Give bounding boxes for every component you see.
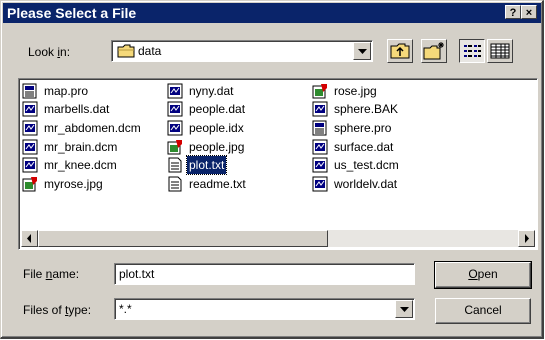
cancel-button[interactable]: Cancel xyxy=(435,298,531,324)
image-icon xyxy=(22,177,37,192)
folder-icon xyxy=(117,44,135,58)
file-name: people.idx xyxy=(189,121,244,135)
text-file-icon xyxy=(168,157,182,173)
arrow-left-icon xyxy=(27,234,31,243)
file-name: rose.jpg xyxy=(334,84,377,98)
look-in-dropdown-button[interactable] xyxy=(353,42,371,60)
image-icon xyxy=(312,84,327,99)
chevron-down-icon xyxy=(400,307,409,312)
title-bar[interactable]: Please Select a File ? × xyxy=(3,3,541,23)
dat-file-icon xyxy=(167,101,183,117)
file-name: worldelv.dat xyxy=(334,177,398,191)
file-name: myrose.jpg xyxy=(44,177,103,191)
details-view-button[interactable] xyxy=(487,39,513,63)
dat-file-icon xyxy=(22,120,38,136)
file-dialog: Please Select a File ? × Look in: data m… xyxy=(0,0,544,339)
file-name: readme.txt xyxy=(189,177,246,191)
dat-file-icon xyxy=(22,101,38,117)
file-name: mr_abdomen.dcm xyxy=(44,121,141,135)
scrollbar-thumb[interactable] xyxy=(38,230,328,247)
file-name-value: plot.txt xyxy=(119,267,155,281)
file-name: us_test.dcm xyxy=(334,158,399,172)
dat-file-icon xyxy=(312,157,328,173)
list-view-button[interactable] xyxy=(459,39,485,63)
file-name: plot.txt xyxy=(185,155,228,175)
document-icon xyxy=(312,120,327,136)
file-name: people.jpg xyxy=(189,140,245,154)
new-folder-icon xyxy=(423,42,444,60)
files-of-type-dropdown[interactable]: *.* xyxy=(114,298,415,320)
files-of-type-dropdown-button[interactable] xyxy=(395,300,413,318)
text-file-icon xyxy=(168,176,182,192)
file-list[interactable]: map.pro marbells.dat mr_abdomen.dcm mr_brai… xyxy=(18,78,538,250)
details-view-icon xyxy=(490,43,510,59)
dat-file-icon xyxy=(22,139,38,155)
look-in-value: data xyxy=(138,44,162,58)
file-name-label: File name: xyxy=(23,267,80,281)
file-name: nyny.dat xyxy=(189,84,234,98)
arrow-right-icon xyxy=(525,234,529,243)
list-view-icon xyxy=(464,45,481,57)
dat-file-icon xyxy=(167,83,183,99)
document-icon xyxy=(22,83,37,99)
dialog-title: Please Select a File xyxy=(7,5,137,21)
file-name: people.dat xyxy=(189,102,246,116)
look-in-dropdown[interactable]: data xyxy=(111,40,373,62)
file-name: marbells.dat xyxy=(44,102,110,116)
folder-up-icon xyxy=(390,43,410,59)
close-button[interactable]: × xyxy=(521,5,537,19)
file-name: mr_brain.dcm xyxy=(44,140,118,154)
dat-file-icon xyxy=(22,157,38,173)
open-button[interactable]: Open xyxy=(434,261,532,289)
file-name: mr_knee.dcm xyxy=(44,158,117,172)
new-folder-button[interactable] xyxy=(421,39,447,63)
file-name: sphere.pro xyxy=(334,121,392,135)
dat-file-icon xyxy=(312,176,328,192)
scroll-right-button[interactable] xyxy=(518,230,535,247)
scroll-left-button[interactable] xyxy=(21,230,38,247)
horizontal-scrollbar[interactable] xyxy=(21,230,535,247)
help-button[interactable]: ? xyxy=(505,5,521,19)
file-name-input[interactable]: plot.txt xyxy=(114,263,415,285)
up-one-level-button[interactable] xyxy=(387,39,413,63)
file-name: sphere.BAK xyxy=(334,102,399,116)
file-name: surface.dat xyxy=(334,140,394,154)
dat-file-icon xyxy=(312,139,328,155)
image-icon xyxy=(167,140,182,155)
file-name: map.pro xyxy=(44,84,89,98)
dat-file-icon xyxy=(312,101,328,117)
look-in-label: Look in: xyxy=(28,45,71,59)
dat-file-icon xyxy=(167,120,183,136)
files-of-type-value: *.* xyxy=(119,302,132,316)
files-of-type-label: Files of type: xyxy=(23,303,92,317)
chevron-down-icon xyxy=(358,49,367,54)
